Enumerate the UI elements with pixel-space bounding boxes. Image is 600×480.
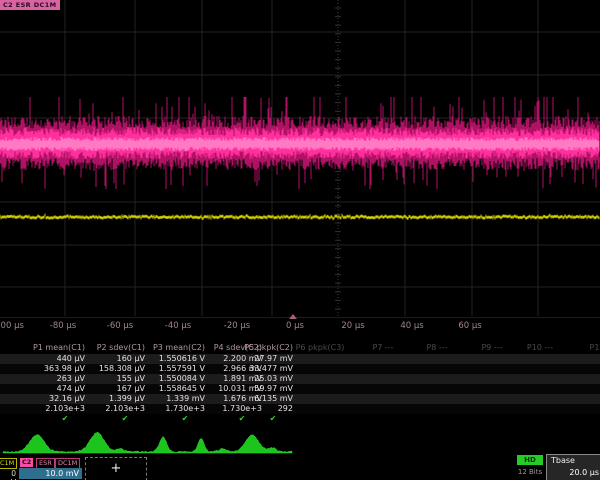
param-value: 167 µV bbox=[78, 384, 145, 394]
param-value: 292 bbox=[226, 404, 293, 414]
param-header[interactable]: P5 pkpk(C2) bbox=[226, 343, 293, 353]
timebase-box[interactable]: Tbase 20.0 µs bbox=[546, 454, 600, 480]
trace-annotation-badge: C2 ESR DC1M bbox=[0, 0, 60, 10]
param-value: 27.97 mV bbox=[226, 354, 293, 364]
timebase-label: Tbase bbox=[551, 456, 575, 465]
param-status-check: ✔ bbox=[45, 414, 85, 424]
param-value: 1.399 µV bbox=[78, 394, 145, 404]
param-header[interactable]: P6 pkpk(C3) bbox=[296, 343, 345, 353]
time-axis-label: -80 µs bbox=[50, 321, 76, 331]
measurement-table: P1 mean(C1)440 µV363.98 µV263 µV474 µV32… bbox=[0, 340, 600, 430]
trigger-position-marker[interactable] bbox=[289, 314, 297, 319]
param-value: 33.477 mV bbox=[226, 364, 293, 374]
time-axis-label: 60 µs bbox=[458, 321, 481, 331]
time-axis-label: -20 µs bbox=[224, 321, 250, 331]
time-axis-label: 0 µs bbox=[286, 321, 304, 331]
param-header[interactable]: P10 --- bbox=[527, 343, 553, 353]
param-header[interactable]: P11 bbox=[589, 343, 600, 353]
param-status-check: ✔ bbox=[105, 414, 145, 424]
param-value: 363.98 µV bbox=[18, 364, 85, 374]
param-value: 474 µV bbox=[18, 384, 85, 394]
histicon-strip bbox=[3, 432, 292, 453]
param-value: 32.16 µV bbox=[18, 394, 85, 404]
param-value: 158.308 µV bbox=[78, 364, 145, 374]
param-value: 263 µV bbox=[18, 374, 85, 384]
time-axis-label: -100 µs bbox=[0, 321, 24, 331]
plus-icon: + bbox=[111, 461, 122, 476]
param-value: 25.03 mV bbox=[226, 374, 293, 384]
time-axis-label: 40 µs bbox=[400, 321, 423, 331]
param-value: 440 µV bbox=[18, 354, 85, 364]
time-axis-label: -40 µs bbox=[165, 321, 191, 331]
timebase-value: 20.0 µs bbox=[569, 468, 599, 477]
param-header[interactable]: P7 --- bbox=[372, 343, 393, 353]
param-header[interactable]: P8 --- bbox=[426, 343, 447, 353]
c1-trace bbox=[0, 214, 599, 221]
param-value: 59.97 mV bbox=[226, 384, 293, 394]
time-axis-label: -60 µs bbox=[107, 321, 133, 331]
param-status-check: ✔ bbox=[253, 414, 293, 424]
param-value: 6.135 mV bbox=[226, 394, 293, 404]
param-value: 2.103e+3 bbox=[18, 404, 85, 414]
hd-badge: HD bbox=[517, 455, 543, 465]
adc-bits-label: 12 Bits bbox=[511, 468, 549, 476]
time-axis: -100 µs -80 µs -60 µs -40 µs -20 µs 0 µs 20 µs… bbox=[0, 317, 600, 336]
param-value: 2.103e+3 bbox=[78, 404, 145, 414]
time-axis-label: 20 µs bbox=[341, 321, 364, 331]
c2-trace bbox=[0, 97, 599, 189]
param-status-check: ✔ bbox=[165, 414, 205, 424]
param-header[interactable]: P9 --- bbox=[481, 343, 502, 353]
param-value: 160 µV bbox=[78, 354, 145, 364]
param-header[interactable]: P1 mean(C1) bbox=[18, 343, 85, 353]
param-header[interactable]: P2 sdev(C1) bbox=[78, 343, 145, 353]
add-trace-button[interactable]: + bbox=[85, 457, 147, 480]
param-value: 155 µV bbox=[78, 374, 145, 384]
